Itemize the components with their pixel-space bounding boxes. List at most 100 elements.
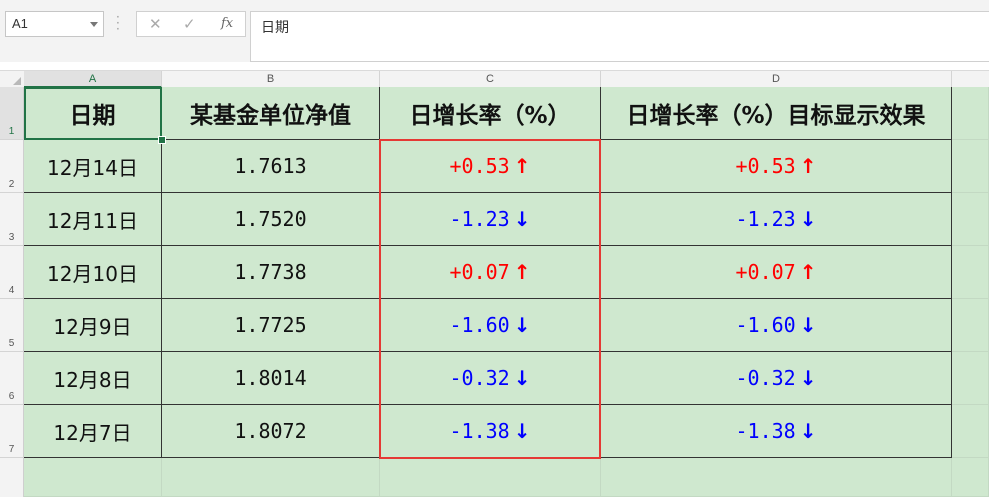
empty-cell[interactable] <box>952 299 989 352</box>
growth-cell-value: -1.60 <box>449 313 510 337</box>
fill-handle[interactable] <box>158 136 166 144</box>
arrow-down-icon: ↓ <box>799 207 817 231</box>
nav-cell-value: 1.8072 <box>234 419 307 443</box>
arrow-up-icon: ↑ <box>799 260 817 284</box>
arrow-down-icon: ↓ <box>513 366 531 390</box>
row-header-2[interactable]: 2 <box>0 140 23 193</box>
growth-cell[interactable]: -1.23 ↓ <box>380 193 601 246</box>
more-options-icon[interactable]: · · · <box>116 11 120 35</box>
nav-cell-value: 1.7613 <box>234 154 307 178</box>
nav-cell[interactable]: 1.7725 <box>162 299 380 352</box>
growth-cell-value: +0.07 <box>449 260 510 284</box>
date-cell[interactable]: 12月9日 <box>24 299 162 352</box>
arrow-down-icon: ↓ <box>513 419 531 443</box>
chevron-down-icon[interactable] <box>90 22 98 27</box>
date-cell-value: 12月7日 <box>53 420 132 445</box>
growth-cell-value: -1.38 <box>449 419 510 443</box>
nav-cell[interactable]: 1.7613 <box>162 140 380 193</box>
header-cell-date[interactable]: 日期 <box>24 87 162 140</box>
formula-content: 日期 <box>261 20 289 36</box>
cancel-icon[interactable]: ✕ <box>149 15 162 33</box>
arrow-up-icon: ↑ <box>799 154 817 178</box>
header-cell-growth[interactable]: 日增长率（%） <box>380 87 601 140</box>
growth-target-cell[interactable]: -1.38 ↓ <box>601 405 952 458</box>
empty-cell[interactable] <box>952 458 989 497</box>
empty-cell[interactable] <box>952 193 989 246</box>
empty-cell[interactable] <box>952 405 989 458</box>
growth-target-cell[interactable]: -1.23 ↓ <box>601 193 952 246</box>
nav-cell[interactable]: 1.8072 <box>162 405 380 458</box>
row-header-8[interactable] <box>0 458 23 497</box>
growth-cell[interactable]: -1.38 ↓ <box>380 405 601 458</box>
nav-cell-value: 1.8014 <box>234 366 307 390</box>
empty-cell[interactable] <box>601 458 952 497</box>
empty-cell[interactable] <box>952 246 989 299</box>
growth-cell[interactable]: +0.53 ↑ <box>380 140 601 193</box>
formula-buttons: ✕ ✓ fx <box>136 11 246 37</box>
row-header-7[interactable]: 7 <box>0 405 23 458</box>
date-cell[interactable]: 12月8日 <box>24 352 162 405</box>
nav-cell[interactable]: 1.7738 <box>162 246 380 299</box>
growth-target-cell-value: -0.32 <box>735 366 796 390</box>
column-headers: A B C D <box>0 70 989 88</box>
date-cell-value: 12月9日 <box>53 314 132 339</box>
enter-icon[interactable]: ✓ <box>183 15 196 33</box>
date-cell[interactable]: 12月14日 <box>24 140 162 193</box>
growth-cell[interactable]: -1.60 ↓ <box>380 299 601 352</box>
column-header-a[interactable]: A <box>24 71 162 88</box>
empty-cell[interactable] <box>24 458 162 497</box>
arrow-up-icon: ↑ <box>513 260 531 284</box>
growth-target-cell-value: -1.23 <box>735 207 796 231</box>
formula-bar: A1 · · · ✕ ✓ fx 日期 <box>0 0 989 62</box>
column-header-c[interactable]: C <box>380 71 601 88</box>
arrow-up-icon: ↑ <box>513 154 531 178</box>
row-header-3[interactable]: 3 <box>0 193 23 246</box>
row-header-6[interactable]: 6 <box>0 352 23 405</box>
growth-cell-value: +0.53 <box>449 154 510 178</box>
name-box[interactable]: A1 <box>5 11 104 37</box>
arrow-down-icon: ↓ <box>799 419 817 443</box>
nav-cell[interactable]: 1.8014 <box>162 352 380 405</box>
header-cell-nav[interactable]: 某基金单位净值 <box>162 87 380 140</box>
arrow-down-icon: ↓ <box>799 366 817 390</box>
growth-target-cell[interactable]: +0.07 ↑ <box>601 246 952 299</box>
growth-target-cell-value: -1.38 <box>735 419 796 443</box>
growth-cell[interactable]: +0.07 ↑ <box>380 246 601 299</box>
spreadsheet-grid: 日期 某基金单位净值 日增长率（%） 日增长率（%）目标显示效果 12月14日 1… <box>24 87 989 497</box>
row-header-4[interactable]: 4 <box>0 246 23 299</box>
insert-function-icon[interactable]: fx <box>221 16 233 31</box>
empty-cell[interactable] <box>380 458 601 497</box>
select-all-button[interactable] <box>0 71 24 88</box>
growth-cell-value: -0.32 <box>449 366 510 390</box>
row-header-5[interactable]: 5 <box>0 299 23 352</box>
growth-cell[interactable]: -0.32 ↓ <box>380 352 601 405</box>
formula-input[interactable]: 日期 <box>250 11 989 62</box>
nav-cell[interactable]: 1.7520 <box>162 193 380 246</box>
header-cell-growth-target[interactable]: 日增长率（%）目标显示效果 <box>601 87 952 140</box>
arrow-down-icon: ↓ <box>799 313 817 337</box>
date-cell[interactable]: 12月7日 <box>24 405 162 458</box>
row-header-1[interactable]: 1 <box>0 87 23 140</box>
arrow-down-icon: ↓ <box>513 313 531 337</box>
growth-target-cell-value: -1.60 <box>735 313 796 337</box>
date-cell-value: 12月14日 <box>47 155 138 180</box>
date-cell-value: 12月10日 <box>47 261 138 286</box>
empty-cell[interactable] <box>952 352 989 405</box>
date-cell[interactable]: 12月10日 <box>24 246 162 299</box>
growth-target-cell-value: +0.07 <box>735 260 796 284</box>
date-cell[interactable]: 12月11日 <box>24 193 162 246</box>
date-cell-value: 12月8日 <box>53 367 132 392</box>
empty-cell[interactable] <box>162 458 380 497</box>
row-headers: 1 2 3 4 5 6 7 <box>0 87 24 497</box>
column-header-b[interactable]: B <box>162 71 380 88</box>
empty-cell[interactable] <box>952 140 989 193</box>
column-header-d[interactable]: D <box>601 71 952 88</box>
growth-target-cell[interactable]: -0.32 ↓ <box>601 352 952 405</box>
column-header-e[interactable] <box>952 71 989 88</box>
growth-cell-value: -1.23 <box>449 207 510 231</box>
growth-target-cell-value: +0.53 <box>735 154 796 178</box>
growth-target-cell[interactable]: -1.60 ↓ <box>601 299 952 352</box>
empty-cell[interactable] <box>952 87 989 140</box>
nav-cell-value: 1.7738 <box>234 260 307 284</box>
growth-target-cell[interactable]: +0.53 ↑ <box>601 140 952 193</box>
